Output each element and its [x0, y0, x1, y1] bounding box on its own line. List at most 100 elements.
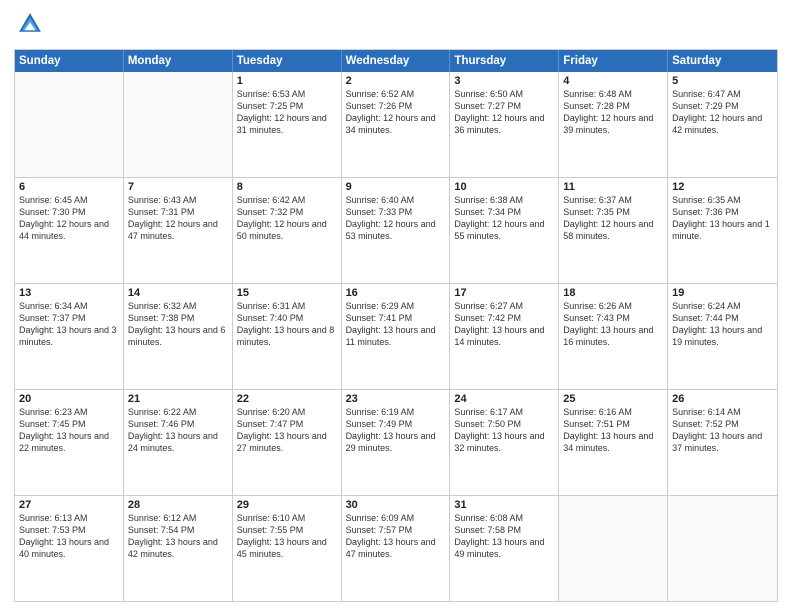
- header-day-thursday: Thursday: [450, 50, 559, 72]
- calendar-empty-cell: [15, 72, 124, 177]
- day-info: Sunrise: 6:50 AMSunset: 7:27 PMDaylight:…: [454, 88, 554, 137]
- calendar-day-23: 23Sunrise: 6:19 AMSunset: 7:49 PMDayligh…: [342, 390, 451, 495]
- day-info: Sunrise: 6:12 AMSunset: 7:54 PMDaylight:…: [128, 512, 228, 561]
- calendar-day-20: 20Sunrise: 6:23 AMSunset: 7:45 PMDayligh…: [15, 390, 124, 495]
- calendar-week-1: 1Sunrise: 6:53 AMSunset: 7:25 PMDaylight…: [15, 72, 777, 177]
- day-number: 24: [454, 393, 554, 405]
- calendar-day-26: 26Sunrise: 6:14 AMSunset: 7:52 PMDayligh…: [668, 390, 777, 495]
- day-info: Sunrise: 6:34 AMSunset: 7:37 PMDaylight:…: [19, 300, 119, 349]
- calendar-day-10: 10Sunrise: 6:38 AMSunset: 7:34 PMDayligh…: [450, 178, 559, 283]
- day-info: Sunrise: 6:52 AMSunset: 7:26 PMDaylight:…: [346, 88, 446, 137]
- header-day-tuesday: Tuesday: [233, 50, 342, 72]
- logo-icon: [16, 10, 44, 38]
- day-number: 3: [454, 75, 554, 87]
- calendar-day-2: 2Sunrise: 6:52 AMSunset: 7:26 PMDaylight…: [342, 72, 451, 177]
- calendar-day-6: 6Sunrise: 6:45 AMSunset: 7:30 PMDaylight…: [15, 178, 124, 283]
- calendar-day-22: 22Sunrise: 6:20 AMSunset: 7:47 PMDayligh…: [233, 390, 342, 495]
- day-number: 14: [128, 287, 228, 299]
- day-info: Sunrise: 6:09 AMSunset: 7:57 PMDaylight:…: [346, 512, 446, 561]
- day-info: Sunrise: 6:13 AMSunset: 7:53 PMDaylight:…: [19, 512, 119, 561]
- day-number: 10: [454, 181, 554, 193]
- day-number: 29: [237, 499, 337, 511]
- calendar-day-18: 18Sunrise: 6:26 AMSunset: 7:43 PMDayligh…: [559, 284, 668, 389]
- header-day-friday: Friday: [559, 50, 668, 72]
- day-number: 30: [346, 499, 446, 511]
- day-info: Sunrise: 6:42 AMSunset: 7:32 PMDaylight:…: [237, 194, 337, 243]
- calendar-day-13: 13Sunrise: 6:34 AMSunset: 7:37 PMDayligh…: [15, 284, 124, 389]
- calendar-day-12: 12Sunrise: 6:35 AMSunset: 7:36 PMDayligh…: [668, 178, 777, 283]
- calendar-week-5: 27Sunrise: 6:13 AMSunset: 7:53 PMDayligh…: [15, 495, 777, 601]
- day-number: 26: [672, 393, 773, 405]
- calendar-week-2: 6Sunrise: 6:45 AMSunset: 7:30 PMDaylight…: [15, 177, 777, 283]
- day-number: 31: [454, 499, 554, 511]
- day-number: 2: [346, 75, 446, 87]
- day-info: Sunrise: 6:29 AMSunset: 7:41 PMDaylight:…: [346, 300, 446, 349]
- calendar-day-15: 15Sunrise: 6:31 AMSunset: 7:40 PMDayligh…: [233, 284, 342, 389]
- header-day-saturday: Saturday: [668, 50, 777, 72]
- header-day-wednesday: Wednesday: [342, 50, 451, 72]
- calendar-header: SundayMondayTuesdayWednesdayThursdayFrid…: [15, 50, 777, 72]
- calendar-week-4: 20Sunrise: 6:23 AMSunset: 7:45 PMDayligh…: [15, 389, 777, 495]
- calendar: SundayMondayTuesdayWednesdayThursdayFrid…: [14, 49, 778, 602]
- header-day-monday: Monday: [124, 50, 233, 72]
- day-info: Sunrise: 6:23 AMSunset: 7:45 PMDaylight:…: [19, 406, 119, 455]
- day-info: Sunrise: 6:31 AMSunset: 7:40 PMDaylight:…: [237, 300, 337, 349]
- calendar-empty-cell: [668, 496, 777, 601]
- day-info: Sunrise: 6:45 AMSunset: 7:30 PMDaylight:…: [19, 194, 119, 243]
- day-info: Sunrise: 6:22 AMSunset: 7:46 PMDaylight:…: [128, 406, 228, 455]
- calendar-day-1: 1Sunrise: 6:53 AMSunset: 7:25 PMDaylight…: [233, 72, 342, 177]
- calendar-day-29: 29Sunrise: 6:10 AMSunset: 7:55 PMDayligh…: [233, 496, 342, 601]
- calendar-day-14: 14Sunrise: 6:32 AMSunset: 7:38 PMDayligh…: [124, 284, 233, 389]
- calendar-day-5: 5Sunrise: 6:47 AMSunset: 7:29 PMDaylight…: [668, 72, 777, 177]
- day-number: 21: [128, 393, 228, 405]
- calendar-empty-cell: [559, 496, 668, 601]
- day-info: Sunrise: 6:24 AMSunset: 7:44 PMDaylight:…: [672, 300, 773, 349]
- day-info: Sunrise: 6:20 AMSunset: 7:47 PMDaylight:…: [237, 406, 337, 455]
- day-number: 28: [128, 499, 228, 511]
- calendar-day-30: 30Sunrise: 6:09 AMSunset: 7:57 PMDayligh…: [342, 496, 451, 601]
- calendar-week-3: 13Sunrise: 6:34 AMSunset: 7:37 PMDayligh…: [15, 283, 777, 389]
- day-info: Sunrise: 6:17 AMSunset: 7:50 PMDaylight:…: [454, 406, 554, 455]
- day-info: Sunrise: 6:43 AMSunset: 7:31 PMDaylight:…: [128, 194, 228, 243]
- day-info: Sunrise: 6:53 AMSunset: 7:25 PMDaylight:…: [237, 88, 337, 137]
- calendar-day-28: 28Sunrise: 6:12 AMSunset: 7:54 PMDayligh…: [124, 496, 233, 601]
- calendar-day-21: 21Sunrise: 6:22 AMSunset: 7:46 PMDayligh…: [124, 390, 233, 495]
- calendar-day-7: 7Sunrise: 6:43 AMSunset: 7:31 PMDaylight…: [124, 178, 233, 283]
- day-number: 16: [346, 287, 446, 299]
- day-info: Sunrise: 6:27 AMSunset: 7:42 PMDaylight:…: [454, 300, 554, 349]
- header-day-sunday: Sunday: [15, 50, 124, 72]
- calendar-day-3: 3Sunrise: 6:50 AMSunset: 7:27 PMDaylight…: [450, 72, 559, 177]
- logo: [14, 10, 44, 43]
- day-number: 8: [237, 181, 337, 193]
- page-header: [14, 10, 778, 43]
- calendar-day-25: 25Sunrise: 6:16 AMSunset: 7:51 PMDayligh…: [559, 390, 668, 495]
- day-number: 9: [346, 181, 446, 193]
- day-info: Sunrise: 6:08 AMSunset: 7:58 PMDaylight:…: [454, 512, 554, 561]
- calendar-day-11: 11Sunrise: 6:37 AMSunset: 7:35 PMDayligh…: [559, 178, 668, 283]
- calendar-day-8: 8Sunrise: 6:42 AMSunset: 7:32 PMDaylight…: [233, 178, 342, 283]
- calendar-day-24: 24Sunrise: 6:17 AMSunset: 7:50 PMDayligh…: [450, 390, 559, 495]
- calendar-day-17: 17Sunrise: 6:27 AMSunset: 7:42 PMDayligh…: [450, 284, 559, 389]
- day-number: 1: [237, 75, 337, 87]
- day-info: Sunrise: 6:37 AMSunset: 7:35 PMDaylight:…: [563, 194, 663, 243]
- day-number: 7: [128, 181, 228, 193]
- day-number: 15: [237, 287, 337, 299]
- day-number: 22: [237, 393, 337, 405]
- day-number: 6: [19, 181, 119, 193]
- calendar-day-16: 16Sunrise: 6:29 AMSunset: 7:41 PMDayligh…: [342, 284, 451, 389]
- day-number: 27: [19, 499, 119, 511]
- day-info: Sunrise: 6:16 AMSunset: 7:51 PMDaylight:…: [563, 406, 663, 455]
- day-number: 4: [563, 75, 663, 87]
- calendar-day-4: 4Sunrise: 6:48 AMSunset: 7:28 PMDaylight…: [559, 72, 668, 177]
- day-info: Sunrise: 6:14 AMSunset: 7:52 PMDaylight:…: [672, 406, 773, 455]
- day-number: 18: [563, 287, 663, 299]
- day-info: Sunrise: 6:10 AMSunset: 7:55 PMDaylight:…: [237, 512, 337, 561]
- calendar-empty-cell: [124, 72, 233, 177]
- day-number: 20: [19, 393, 119, 405]
- calendar-day-19: 19Sunrise: 6:24 AMSunset: 7:44 PMDayligh…: [668, 284, 777, 389]
- calendar-day-27: 27Sunrise: 6:13 AMSunset: 7:53 PMDayligh…: [15, 496, 124, 601]
- day-info: Sunrise: 6:48 AMSunset: 7:28 PMDaylight:…: [563, 88, 663, 137]
- day-info: Sunrise: 6:19 AMSunset: 7:49 PMDaylight:…: [346, 406, 446, 455]
- day-info: Sunrise: 6:35 AMSunset: 7:36 PMDaylight:…: [672, 194, 773, 243]
- day-number: 12: [672, 181, 773, 193]
